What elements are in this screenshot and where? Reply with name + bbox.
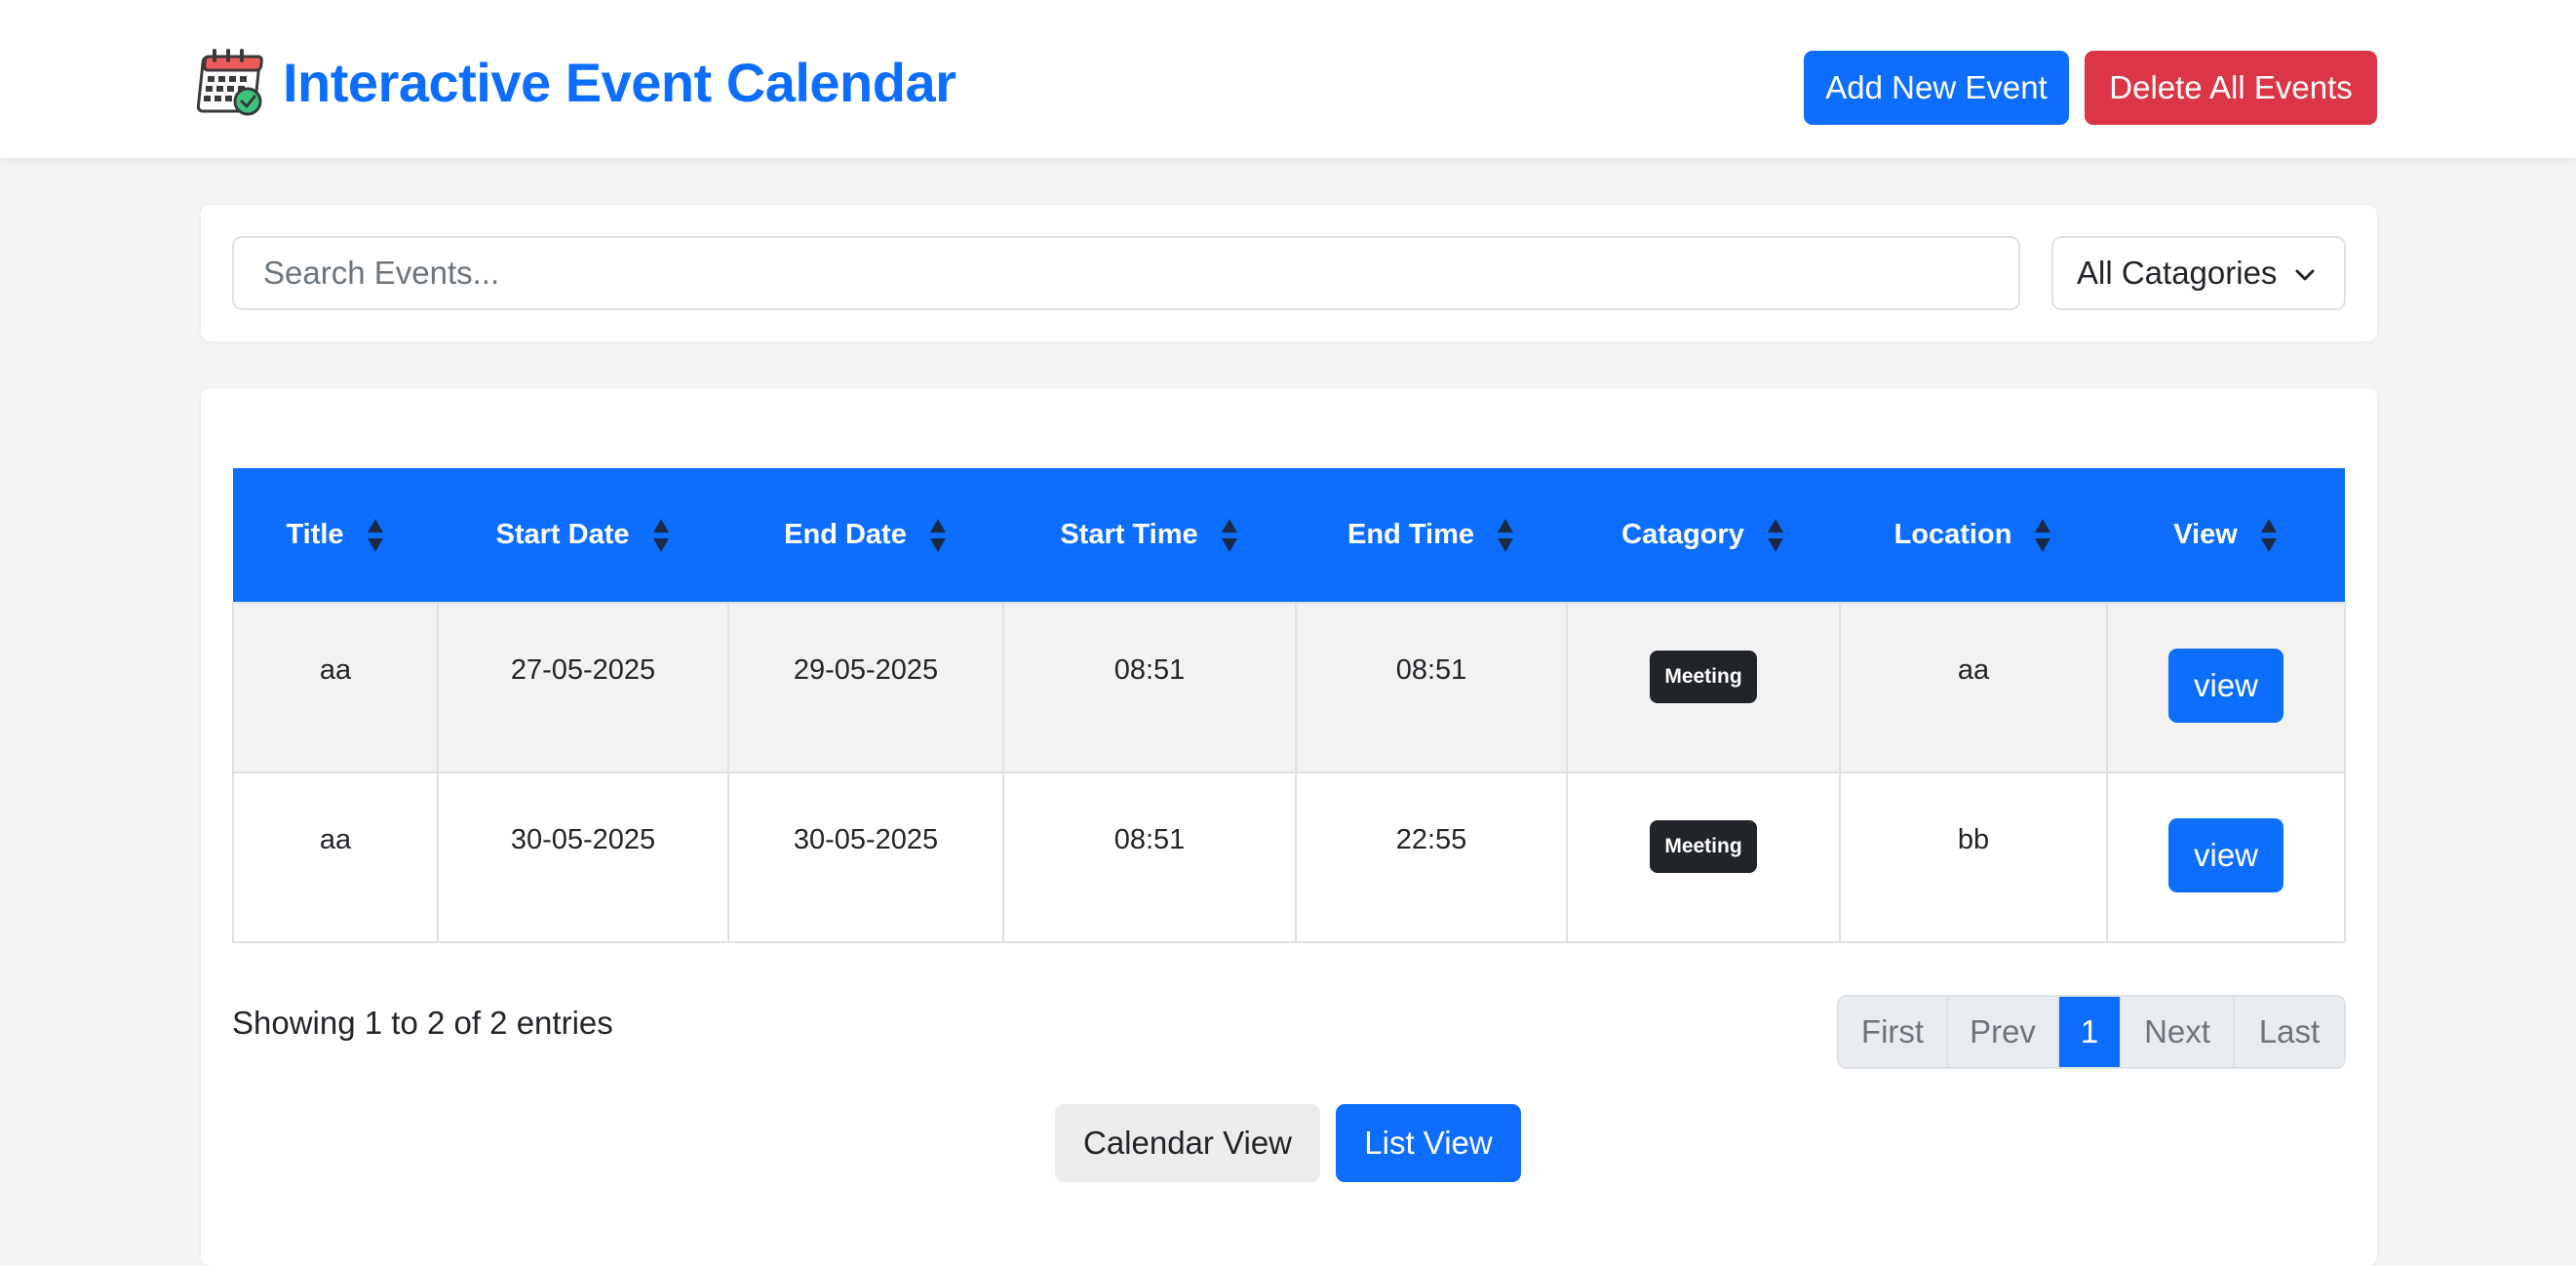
sort-icon — [1767, 518, 1783, 552]
sort-icon — [2035, 518, 2051, 552]
cell-view: view — [2106, 602, 2346, 773]
category-select[interactable]: All Catagories — [2051, 236, 2346, 310]
category-badge: Meeting — [1650, 820, 1757, 873]
delete-all-events-button[interactable]: Delete All Events — [2085, 51, 2377, 125]
cell-location: aa — [1839, 602, 2108, 773]
app-title: Interactive Event Calendar — [283, 51, 956, 113]
category-select-value: All Catagories — [2077, 255, 2278, 291]
cell-end-time: 22:55 — [1295, 771, 1568, 943]
pagination-prev[interactable]: Prev — [1948, 997, 2059, 1067]
events-table: Title Start Date End Date Start Time End… — [232, 468, 2346, 943]
brand: Interactive Event Calendar — [193, 43, 956, 121]
table-header-row: Title Start Date End Date Start Time End… — [233, 468, 2345, 603]
cell-start-date: 30-05-2025 — [437, 771, 729, 943]
sort-icon — [929, 518, 946, 552]
pagination-first[interactable]: First — [1839, 997, 1948, 1067]
category-badge: Meeting — [1650, 651, 1757, 703]
cell-view: view — [2106, 771, 2346, 943]
column-header-view[interactable]: View — [2107, 468, 2345, 603]
pagination-next[interactable]: Next — [2122, 997, 2235, 1067]
cell-category: Meeting — [1566, 602, 1841, 773]
pagination-page-1[interactable]: 1 — [2059, 997, 2122, 1067]
sort-icon — [367, 518, 383, 552]
view-event-button[interactable]: view — [2168, 818, 2283, 892]
table-row: aa 30-05-2025 30-05-2025 08:51 22:55 Mee… — [232, 771, 2346, 943]
cell-end-date: 29-05-2025 — [727, 602, 1004, 773]
column-header-category[interactable]: Catagory — [1567, 468, 1840, 603]
sort-icon — [1221, 518, 1237, 552]
sort-icon — [1498, 518, 1513, 552]
events-table-card: Title Start Date End Date Start Time End… — [201, 388, 2377, 1266]
view-event-button[interactable]: view — [2168, 649, 2283, 723]
filter-card: All Catagories — [201, 205, 2377, 341]
column-header-end-date[interactable]: End Date — [728, 468, 1003, 603]
calendar-icon — [196, 49, 263, 116]
table-row: aa 27-05-2025 29-05-2025 08:51 08:51 Mee… — [232, 602, 2346, 773]
cell-title: aa — [232, 771, 439, 943]
column-header-location[interactable]: Location — [1840, 468, 2107, 603]
top-navbar: Interactive Event Calendar Add New Event… — [0, 0, 2576, 158]
cell-category: Meeting — [1566, 771, 1841, 943]
entries-info: Showing 1 to 2 of 2 entries — [232, 1005, 613, 1041]
cell-end-date: 30-05-2025 — [727, 771, 1004, 943]
add-new-event-button[interactable]: Add New Event — [1804, 51, 2069, 125]
column-header-start-time[interactable]: Start Time — [1003, 468, 1296, 603]
chevron-down-icon — [2295, 269, 2315, 281]
column-header-title[interactable]: Title — [233, 468, 438, 603]
cell-end-time: 08:51 — [1295, 602, 1568, 773]
column-header-start-date[interactable]: Start Date — [438, 468, 728, 603]
cell-start-date: 27-05-2025 — [437, 602, 729, 773]
column-header-end-time[interactable]: End Time — [1296, 468, 1567, 603]
pagination-last[interactable]: Last — [2235, 997, 2344, 1067]
cell-location: bb — [1839, 771, 2108, 943]
list-view-button[interactable]: List View — [1336, 1104, 1521, 1182]
pagination: First Prev 1 Next Last — [1837, 995, 2346, 1069]
cell-title: aa — [232, 602, 439, 773]
sort-icon — [2260, 518, 2277, 552]
sort-icon — [652, 518, 669, 552]
cell-start-time: 08:51 — [1002, 602, 1297, 773]
calendar-view-button[interactable]: Calendar View — [1055, 1104, 1320, 1182]
search-input[interactable] — [232, 236, 2020, 310]
cell-start-time: 08:51 — [1002, 771, 1297, 943]
